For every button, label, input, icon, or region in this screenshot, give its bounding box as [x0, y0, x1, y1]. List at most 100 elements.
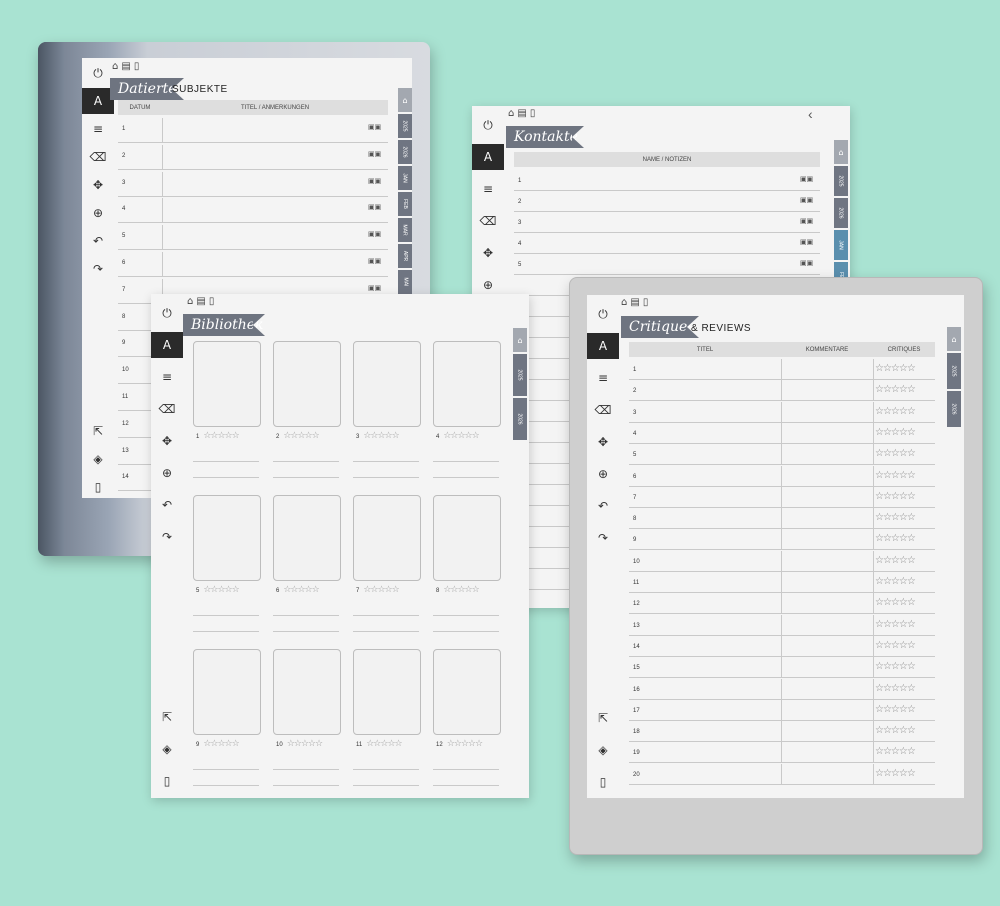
undo-icon[interactable]: ↶: [82, 228, 114, 254]
tab-2026[interactable]: 2026: [947, 391, 961, 427]
page-icon[interactable]: ▯: [134, 61, 143, 72]
tab-2025[interactable]: 2025: [398, 114, 412, 138]
tab-2026[interactable]: 2026: [834, 198, 848, 228]
note-icon[interactable]: ▣▣: [368, 230, 381, 238]
book-cover-slot[interactable]: [433, 495, 501, 581]
list-icon[interactable]: ▤: [121, 61, 133, 72]
text-tool-icon[interactable]: A: [151, 332, 183, 358]
tab-home-icon[interactable]: ⌂: [398, 88, 412, 112]
redo-icon[interactable]: ↷: [151, 524, 183, 550]
star-rating-icon[interactable]: ☆☆☆☆☆: [203, 739, 239, 749]
home-icon[interactable]: ⌂: [187, 296, 196, 307]
book-cover-slot[interactable]: [273, 649, 341, 735]
star-rating-icon[interactable]: ☆☆☆☆☆: [875, 406, 916, 417]
list-icon[interactable]: ▤: [196, 296, 208, 307]
zoom-icon[interactable]: ⊕: [82, 200, 114, 226]
tab-2025[interactable]: 2025: [513, 354, 527, 396]
tab-mai[interactable]: MAI: [398, 270, 412, 294]
star-rating-icon[interactable]: ☆☆☆☆☆: [443, 431, 479, 441]
star-rating-icon[interactable]: ☆☆☆☆☆: [875, 768, 916, 779]
tab-2025[interactable]: 2025: [947, 353, 961, 389]
star-rating-icon[interactable]: ☆☆☆☆☆: [875, 470, 916, 481]
share-icon[interactable]: ⇱: [587, 705, 619, 731]
book-cover-slot[interactable]: [353, 341, 421, 427]
star-rating-icon[interactable]: ☆☆☆☆☆: [283, 585, 319, 595]
zoom-icon[interactable]: ⊕: [151, 460, 183, 486]
redo-icon[interactable]: ↷: [82, 256, 114, 282]
note-icon[interactable]: ▣▣: [368, 203, 381, 211]
star-rating-icon[interactable]: ☆☆☆☆☆: [875, 533, 916, 544]
note-icon[interactable]: ▣▣: [800, 175, 813, 183]
tab-home-icon[interactable]: ⌂: [513, 328, 527, 352]
note-icon[interactable]: ▣▣: [368, 123, 381, 131]
eraser-icon[interactable]: ⌫: [151, 396, 183, 422]
eraser-icon[interactable]: ⌫: [587, 397, 619, 423]
page-icon[interactable]: ▯: [82, 474, 114, 498]
share-icon[interactable]: ⇱: [151, 704, 183, 730]
eraser-icon[interactable]: ⌫: [82, 144, 114, 170]
book-cover-slot[interactable]: [273, 495, 341, 581]
star-rating-icon[interactable]: ☆☆☆☆☆: [287, 739, 323, 749]
list-icon[interactable]: ▤: [630, 297, 642, 308]
star-rating-icon[interactable]: ☆☆☆☆☆: [875, 491, 916, 502]
menu-lines-icon[interactable]: ≡: [472, 176, 504, 202]
star-rating-icon[interactable]: ☆☆☆☆☆: [363, 431, 399, 441]
book-cover-slot[interactable]: [353, 649, 421, 735]
tab-feb[interactable]: FEB: [398, 192, 412, 216]
move-icon[interactable]: ✥: [472, 240, 504, 266]
home-icon[interactable]: ⌂: [112, 61, 121, 72]
star-rating-icon[interactable]: ☆☆☆☆☆: [875, 555, 916, 566]
note-icon[interactable]: ▣▣: [800, 217, 813, 225]
layers-icon[interactable]: ◈: [587, 737, 619, 763]
note-icon[interactable]: ▣▣: [368, 177, 381, 185]
menu-lines-icon[interactable]: ≡: [82, 116, 114, 142]
star-rating-icon[interactable]: ☆☆☆☆☆: [875, 661, 916, 672]
star-rating-icon[interactable]: ☆☆☆☆☆: [447, 739, 483, 749]
star-rating-icon[interactable]: ☆☆☆☆☆: [875, 704, 916, 715]
eraser-icon[interactable]: ⌫: [472, 208, 504, 234]
move-icon[interactable]: ✥: [151, 428, 183, 454]
share-icon[interactable]: ⇱: [82, 418, 114, 444]
text-tool-icon[interactable]: A: [587, 333, 619, 359]
star-rating-icon[interactable]: ☆☆☆☆☆: [283, 431, 319, 441]
tab-home-icon[interactable]: ⌂: [947, 327, 961, 351]
book-cover-slot[interactable]: [193, 495, 261, 581]
star-rating-icon[interactable]: ☆☆☆☆☆: [875, 576, 916, 587]
text-tool-icon[interactable]: A: [472, 144, 504, 170]
power-icon[interactable]: ⏻: [151, 300, 183, 326]
tab-mar[interactable]: MAR: [398, 218, 412, 242]
tab-home-icon[interactable]: ⌂: [834, 140, 848, 164]
book-cover-slot[interactable]: [193, 341, 261, 427]
star-rating-icon[interactable]: ☆☆☆☆☆: [875, 725, 916, 736]
book-cover-slot[interactable]: [193, 649, 261, 735]
page-icon[interactable]: ▯: [209, 296, 218, 307]
star-rating-icon[interactable]: ☆☆☆☆☆: [875, 597, 916, 608]
home-icon[interactable]: ⌂: [621, 297, 630, 308]
page-icon[interactable]: ▯: [530, 108, 539, 119]
tab-2026[interactable]: 2026: [398, 140, 412, 164]
note-icon[interactable]: ▣▣: [368, 284, 381, 292]
star-rating-icon[interactable]: ☆☆☆☆☆: [443, 585, 479, 595]
layers-icon[interactable]: ◈: [151, 736, 183, 762]
note-icon[interactable]: ▣▣: [800, 196, 813, 204]
home-icon[interactable]: ⌂: [508, 108, 517, 119]
move-icon[interactable]: ✥: [82, 172, 114, 198]
book-cover-slot[interactable]: [273, 341, 341, 427]
star-rating-icon[interactable]: ☆☆☆☆☆: [875, 683, 916, 694]
book-cover-slot[interactable]: [353, 495, 421, 581]
tab-jan[interactable]: JAN: [834, 230, 848, 260]
page-icon[interactable]: ▯: [151, 768, 183, 794]
star-rating-icon[interactable]: ☆☆☆☆☆: [875, 384, 916, 395]
tab-2026[interactable]: 2026: [513, 398, 527, 440]
star-rating-icon[interactable]: ☆☆☆☆☆: [203, 431, 239, 441]
back-chevron-icon[interactable]: ‹: [808, 106, 813, 122]
star-rating-icon[interactable]: ☆☆☆☆☆: [875, 363, 916, 374]
page-icon[interactable]: ▯: [587, 769, 619, 795]
note-icon[interactable]: ▣▣: [368, 150, 381, 158]
star-rating-icon[interactable]: ☆☆☆☆☆: [363, 585, 399, 595]
note-icon[interactable]: ▣▣: [800, 238, 813, 246]
tab-2025[interactable]: 2025: [834, 166, 848, 196]
star-rating-icon[interactable]: ☆☆☆☆☆: [875, 746, 916, 757]
redo-icon[interactable]: ↷: [587, 525, 619, 551]
menu-lines-icon[interactable]: ≡: [151, 364, 183, 390]
